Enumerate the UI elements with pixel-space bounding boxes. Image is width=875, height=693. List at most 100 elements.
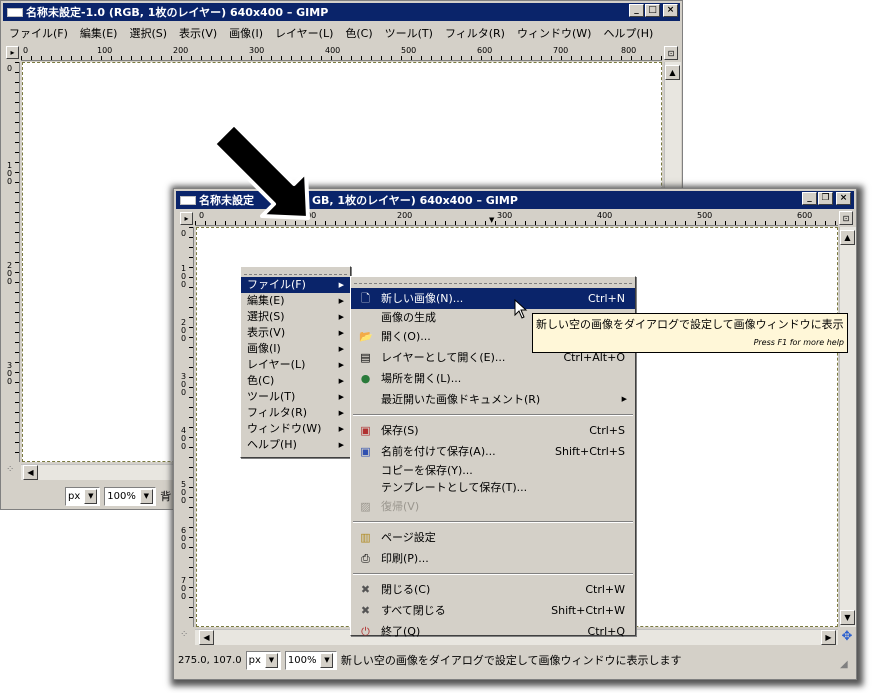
navigate-button[interactable]: ⊡	[839, 211, 853, 225]
file-item-save[interactable]: ▣ 保存(S) Ctrl+S	[351, 420, 635, 441]
back-status-text: 背	[160, 490, 172, 503]
context-item-filters[interactable]: フィルタ(R) ▶	[241, 405, 350, 421]
close-window-button[interactable]: ×	[663, 4, 678, 17]
file-item-close[interactable]: ✖ 閉じる(C) Ctrl+W	[351, 579, 635, 600]
context-item-label: 画像(I)	[247, 342, 281, 355]
front-vertical-ruler[interactable]: 0 100 200 300 400 500 600 700	[180, 227, 194, 627]
ruler-label: 200	[181, 318, 187, 343]
back-title-bar: 名称未設定-1.0 (RGB, 1枚のレイヤー) 640x400 – GIMP	[3, 3, 680, 21]
front-vertical-scrollbar[interactable]: ▲ ▼	[839, 227, 856, 627]
submenu-arrow-icon: ▶	[338, 281, 344, 289]
menu-view[interactable]: 表示(V)	[179, 25, 217, 41]
scroll-right-button[interactable]: ▶	[821, 630, 836, 645]
menu-image[interactable]: 画像(I)	[229, 25, 263, 41]
menu-edit[interactable]: 編集(E)	[80, 25, 118, 41]
ruler-label: 200	[173, 46, 189, 55]
ruler-label: 500	[697, 211, 713, 220]
context-item-label: ファイル(F)	[247, 278, 306, 291]
back-horizontal-ruler[interactable]: 0 100 200 300 400 500 600 700 800	[21, 45, 662, 61]
file-item-label: 最近開いた画像ドキュメント(R)	[381, 393, 541, 406]
restore-button[interactable]: ❐	[818, 192, 833, 205]
file-item-quit[interactable]: ⏻ 終了(Q) Ctrl+Q	[351, 621, 635, 642]
unit-select[interactable]: px ▼	[245, 650, 281, 670]
menu-tearoff[interactable]	[244, 267, 347, 275]
file-item-new[interactable]: 🗋 新しい画像(N)... Ctrl+N	[351, 288, 635, 309]
zoom-value: 100%	[287, 654, 317, 666]
scroll-up-button[interactable]: ▲	[840, 230, 855, 245]
scroll-left-button[interactable]: ◀	[199, 630, 214, 645]
back-status-bar: px ▼ 100% ▼ 背	[61, 483, 171, 509]
scroll-down-button[interactable]: ▼	[840, 610, 855, 625]
zoom-select[interactable]: 100% ▼	[104, 486, 157, 506]
context-item-label: ツール(T)	[247, 390, 296, 403]
close-window-button[interactable]: ×	[836, 192, 851, 205]
ruler-pointer-marker: ▼	[489, 216, 495, 224]
file-item-print[interactable]: ⎙ 印刷(P)...	[351, 548, 635, 569]
open-as-layer-icon: ▤	[360, 351, 371, 364]
ruler-label: 600	[797, 211, 813, 220]
navigate-button[interactable]: ⊡	[664, 46, 678, 60]
resize-grip-icon[interactable]: ◢	[840, 659, 854, 673]
pointer-coordinates: 275.0, 107.0	[178, 654, 242, 666]
save-icon: ▣	[360, 424, 371, 437]
quick-mask-icon[interactable]: ⁘	[6, 464, 20, 479]
menu-arrow-button[interactable]: ▸	[6, 46, 19, 59]
back-menubar: ファイル(F) 編集(E) 選択(S) 表示(V) 画像(I) レイヤー(L) …	[3, 23, 680, 42]
context-item-layer[interactable]: レイヤー(L) ▶	[241, 357, 350, 373]
context-item-tools[interactable]: ツール(T) ▶	[241, 389, 350, 405]
context-item-label: 表示(V)	[247, 326, 286, 339]
context-item-label: 色(C)	[247, 374, 275, 387]
ruler-label: 400	[597, 211, 613, 220]
menu-colors[interactable]: 色(C)	[345, 25, 372, 41]
context-item-windows[interactable]: ウィンドウ(W) ▶	[241, 421, 350, 437]
ruler-label: 400	[325, 46, 341, 55]
unit-select[interactable]: px ▼	[65, 486, 101, 506]
annotation-arrow-icon	[212, 122, 310, 220]
file-item-label: 新しい画像(N)...	[381, 292, 464, 305]
submenu-arrow-icon: ▶	[338, 393, 344, 401]
menu-filters[interactable]: フィルタ(R)	[445, 25, 505, 41]
menu-layer[interactable]: レイヤー(L)	[275, 25, 333, 41]
context-item-colors[interactable]: 色(C) ▶	[241, 373, 350, 389]
minimize-button[interactable]: _	[802, 192, 817, 205]
back-vertical-ruler[interactable]: 0 100 200 300	[6, 62, 20, 462]
file-item-save-copy[interactable]: コピーを保存(Y)...	[351, 462, 635, 479]
tooltip: 新しい空の画像をダイアログで設定して画像ウィンドウに表示します Press F1…	[532, 313, 848, 353]
menu-select[interactable]: 選択(S)	[129, 25, 167, 41]
quick-mask-icon[interactable]: ⁘	[180, 629, 194, 644]
scroll-left-button[interactable]: ◀	[23, 465, 38, 480]
menu-tools[interactable]: ツール(T)	[385, 25, 433, 41]
context-item-image[interactable]: 画像(I) ▶	[241, 341, 350, 357]
minimize-button[interactable]: _	[629, 4, 644, 17]
file-item-save-template[interactable]: テンプレートとして保存(T)...	[351, 479, 635, 496]
ruler-label: 100	[181, 264, 187, 289]
context-item-select[interactable]: 選択(S) ▶	[241, 309, 350, 325]
context-item-help[interactable]: ヘルプ(H) ▶	[241, 437, 350, 453]
navigation-cross-icon[interactable]: ✥	[839, 629, 855, 645]
context-item-view[interactable]: 表示(V) ▶	[241, 325, 350, 341]
file-item-label: 場所を開く(L)...	[381, 372, 462, 385]
shortcut-label: Shift+Ctrl+S	[555, 445, 625, 458]
file-item-open-location[interactable]: ● 場所を開く(L)...	[351, 368, 635, 389]
file-item-recent[interactable]: 最近開いた画像ドキュメント(R) ▶	[351, 389, 635, 410]
zoom-select[interactable]: 100% ▼	[284, 650, 337, 670]
file-item-label: 保存(S)	[381, 424, 419, 437]
context-item-edit[interactable]: 編集(E) ▶	[241, 293, 350, 309]
maximize-button[interactable]: □	[645, 4, 660, 17]
ruler-label: 200	[397, 211, 413, 220]
menu-arrow-button[interactable]: ▸	[180, 212, 193, 225]
file-item-save-as[interactable]: ▣ 名前を付けて保存(A)... Shift+Ctrl+S	[351, 441, 635, 462]
scroll-up-button[interactable]: ▲	[665, 65, 680, 80]
file-item-page-setup[interactable]: ▥ ページ設定	[351, 527, 635, 548]
new-file-icon: 🗋	[361, 292, 370, 305]
front-status-bar: 275.0, 107.0 px ▼ 100% ▼ 新しい空の画像をダイアログで設定し…	[174, 647, 854, 673]
context-item-label: フィルタ(R)	[247, 406, 308, 419]
menu-windows[interactable]: ウィンドウ(W)	[517, 25, 591, 41]
menu-tearoff[interactable]	[354, 277, 632, 284]
menu-help[interactable]: ヘルプ(H)	[603, 25, 653, 41]
menu-file[interactable]: ファイル(F)	[9, 25, 68, 41]
submenu-arrow-icon: ▶	[338, 297, 344, 305]
image-context-menu: ファイル(F) ▶ 編集(E) ▶ 選択(S) ▶ 表示(V) ▶ 画像(I) ▶ レイヤ…	[240, 266, 351, 458]
context-item-file[interactable]: ファイル(F) ▶	[241, 277, 350, 293]
file-item-close-all[interactable]: ✖ すべて閉じる Shift+Ctrl+W	[351, 600, 635, 621]
